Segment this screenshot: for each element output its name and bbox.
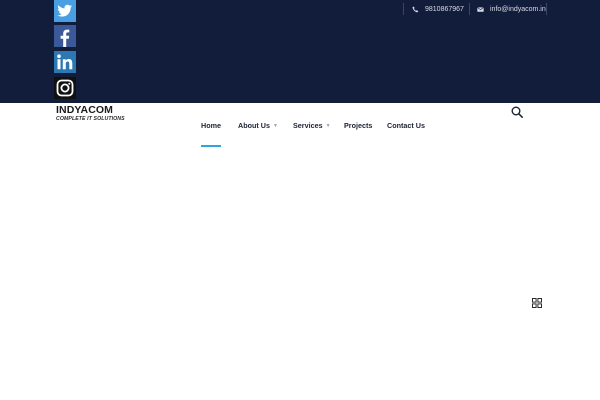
nav-about-us[interactable]: About Us ▼: [238, 121, 278, 130]
logo-name: INDYACOM: [56, 104, 114, 116]
nav-label: Services: [293, 121, 323, 130]
phone-icon: [412, 6, 419, 13]
nav-label: Projects: [344, 121, 373, 130]
phone-number: 9810867967: [425, 6, 464, 13]
separator: [469, 3, 470, 15]
email-address: info@indyacom.in: [490, 6, 546, 13]
nav-home[interactable]: Home: [201, 121, 221, 130]
grid-icon[interactable]: [532, 298, 542, 308]
nav-contact-us[interactable]: Contact Us: [387, 121, 425, 130]
separator: [403, 3, 404, 15]
email-contact[interactable]: info@indyacom.in: [477, 4, 546, 15]
instagram-icon[interactable]: [54, 77, 76, 99]
site-logo[interactable]: INDYACOM COMPLETE IT SOLUTIONS: [56, 105, 146, 123]
page: 9810867967 info@indyacom.in INDYACOM COM…: [0, 0, 600, 400]
logo-tagline: COMPLETE IT SOLUTIONS: [56, 116, 125, 122]
top-bar: 9810867967 info@indyacom.in: [0, 0, 600, 103]
nav-projects[interactable]: Projects: [344, 121, 372, 130]
twitter-icon[interactable]: [54, 0, 76, 22]
search-icon[interactable]: [511, 106, 523, 118]
facebook-icon[interactable]: [54, 25, 76, 47]
site-header: INDYACOM COMPLETE IT SOLUTIONS Home Abou…: [0, 103, 600, 148]
nav-services[interactable]: Services ▼: [293, 121, 331, 130]
separator: [546, 3, 547, 15]
linkedin-icon[interactable]: [54, 51, 76, 73]
chevron-down-icon: ▼: [325, 122, 331, 129]
active-nav-indicator: [201, 145, 221, 147]
chevron-down-icon: ▼: [272, 122, 278, 129]
nav-label: About Us: [238, 121, 270, 130]
nav-label: Home: [201, 121, 221, 130]
nav-label: Contact Us: [387, 121, 425, 130]
phone-contact[interactable]: 9810867967: [412, 4, 464, 15]
mail-icon: [477, 6, 484, 13]
